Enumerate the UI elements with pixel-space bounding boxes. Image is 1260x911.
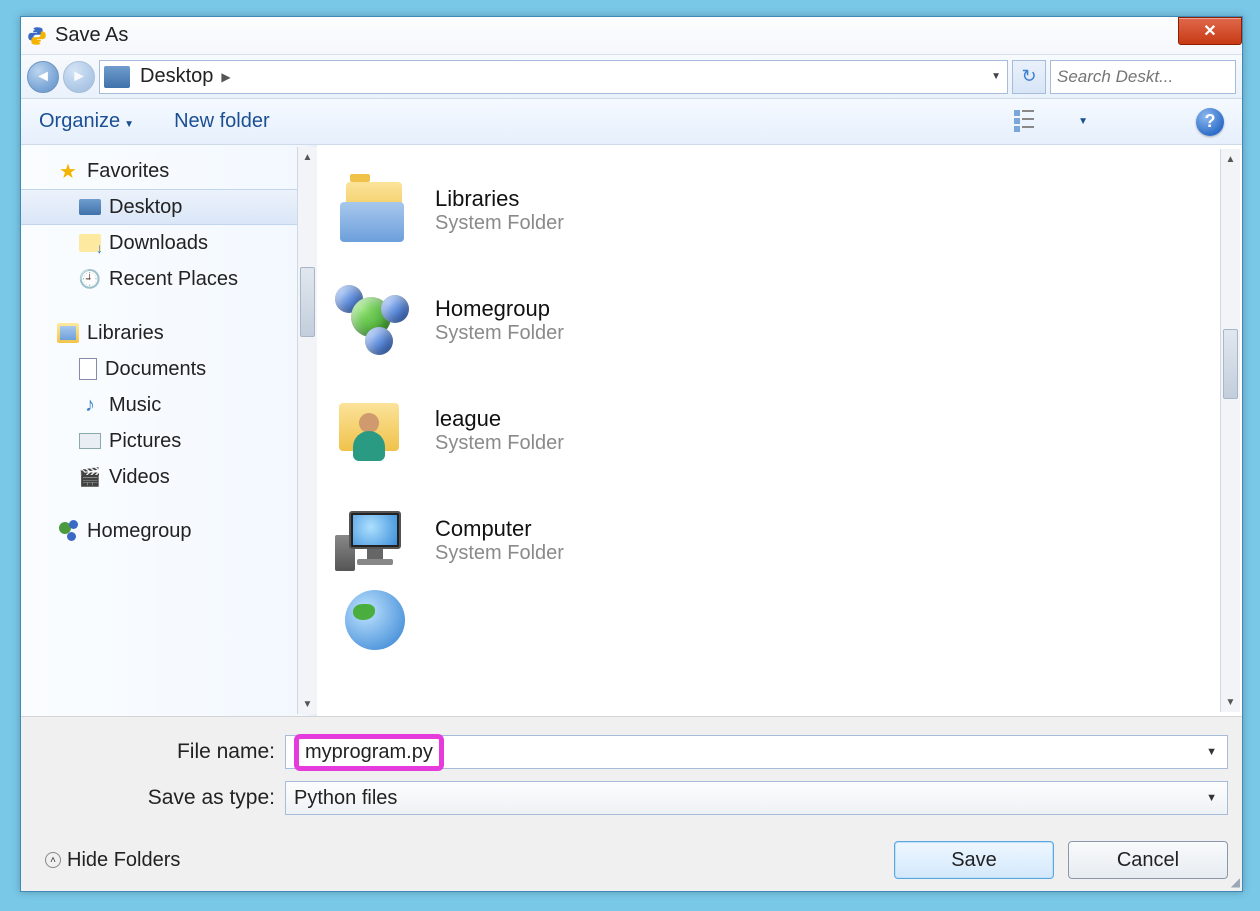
desktop-location-icon [104,66,130,88]
list-item-computer[interactable]: Computer System Folder [335,485,1224,595]
document-icon [79,358,97,380]
breadcrumb-arrow-icon[interactable]: ▶ [217,70,234,84]
filename-input[interactable]: myprogram.py ▼ [285,735,1228,769]
save-button[interactable]: Save [894,841,1054,879]
chevron-down-icon: ▼ [124,119,134,130]
sidebar-item-pictures[interactable]: Pictures [21,423,317,459]
scroll-down-icon[interactable]: ▼ [1221,692,1240,712]
sidebar-item-music[interactable]: ♪ Music [21,387,317,423]
body-container: ★ Favorites Desktop Downloads 🕘 Recent P… [21,145,1242,716]
scroll-up-icon[interactable]: ▲ [1221,149,1240,169]
computer-icon [335,500,415,580]
forward-arrow-icon: ► [71,68,87,86]
breadcrumb-desktop[interactable]: Desktop [136,65,217,88]
address-bar[interactable]: Desktop ▶ ▼ [99,60,1008,94]
filename-dropdown-icon[interactable]: ▼ [1206,746,1217,758]
address-dropdown-icon[interactable]: ▼ [991,71,1001,82]
navigation-bar: ◄ ► Desktop ▶ ▼ ↻ 🔍 [21,55,1242,99]
videos-icon: 🎬 [79,466,101,488]
network-globe-icon [335,580,415,660]
forward-button[interactable]: ► [63,61,95,93]
savetype-dropdown-icon[interactable]: ▼ [1206,792,1217,804]
filename-label: File name: [35,740,285,764]
dialog-title: Save As [55,24,128,47]
python-app-icon [27,26,47,46]
music-icon: ♪ [79,394,101,416]
view-dropdown-icon[interactable]: ▼ [1078,116,1088,127]
sidebar-homegroup-header[interactable]: Homegroup [21,513,317,549]
homegroup-icon [57,520,79,542]
filename-value: myprogram.py [305,741,433,763]
sidebar-scrollbar[interactable]: ▲ ▼ [297,147,317,714]
hide-folders-toggle[interactable]: ˄ Hide Folders [45,849,180,872]
libraries-folder-icon [335,170,415,250]
libraries-icon [57,323,79,343]
cancel-button[interactable]: Cancel [1068,841,1228,879]
close-icon: ✕ [1203,21,1216,41]
monitor-icon [79,199,101,215]
back-arrow-icon: ◄ [35,68,51,86]
close-button[interactable]: ✕ [1178,17,1242,45]
pictures-icon [79,433,101,449]
homegroup-folder-icon [335,280,415,360]
savetype-dropdown[interactable]: Python files ▼ [285,781,1228,815]
list-item-network-partial[interactable] [335,595,1224,645]
refresh-icon: ↻ [1021,66,1036,87]
sidebar-favorites-header[interactable]: ★ Favorites [21,153,317,189]
scroll-up-icon[interactable]: ▲ [298,147,317,167]
help-icon: ? [1205,111,1216,132]
search-input[interactable] [1057,67,1260,87]
toolbar: Organize▼ New folder ▼ ? [21,99,1242,145]
scrollbar-thumb[interactable] [300,267,315,337]
navigation-pane: ★ Favorites Desktop Downloads 🕘 Recent P… [21,145,317,716]
form-area: File name: myprogram.py ▼ Save as type: … [21,716,1242,891]
user-folder-icon [335,390,415,470]
search-box[interactable]: 🔍 [1050,60,1236,94]
titlebar: Save As ✕ [21,17,1242,55]
star-icon: ★ [57,160,79,182]
downloads-icon [79,234,101,252]
view-options-button[interactable] [1014,110,1038,134]
file-list: Libraries System Folder Homegroup System… [317,145,1242,716]
save-as-dialog: Save As ✕ ◄ ► Desktop ▶ ▼ ↻ 🔍 Organize▼ … [20,16,1243,892]
sidebar-item-videos[interactable]: 🎬 Videos [21,459,317,495]
recent-places-icon: 🕘 [79,268,101,290]
scroll-down-icon[interactable]: ▼ [298,694,317,714]
sidebar-item-documents[interactable]: Documents [21,351,317,387]
new-folder-button[interactable]: New folder [174,110,270,133]
mainlist-scrollbar[interactable]: ▲ ▼ [1220,149,1240,712]
refresh-button[interactable]: ↻ [1012,60,1046,94]
resize-grip-icon[interactable]: ◢ [1231,875,1238,889]
sidebar-item-recent-places[interactable]: 🕘 Recent Places [21,261,317,297]
sidebar-item-downloads[interactable]: Downloads [21,225,317,261]
help-button[interactable]: ? [1196,108,1224,136]
savetype-value: Python files [294,787,397,810]
chevron-up-icon: ˄ [45,852,61,868]
list-item-libraries[interactable]: Libraries System Folder [335,155,1224,265]
back-button[interactable]: ◄ [27,61,59,93]
sidebar-libraries-header[interactable]: Libraries [21,315,317,351]
sidebar-item-desktop[interactable]: Desktop [21,189,317,225]
scrollbar-thumb[interactable] [1223,329,1238,399]
list-item-homegroup[interactable]: Homegroup System Folder [335,265,1224,375]
organize-menu[interactable]: Organize▼ [39,110,134,133]
list-item-user[interactable]: league System Folder [335,375,1224,485]
filename-highlight-box: myprogram.py [294,734,444,771]
savetype-label: Save as type: [35,786,285,810]
